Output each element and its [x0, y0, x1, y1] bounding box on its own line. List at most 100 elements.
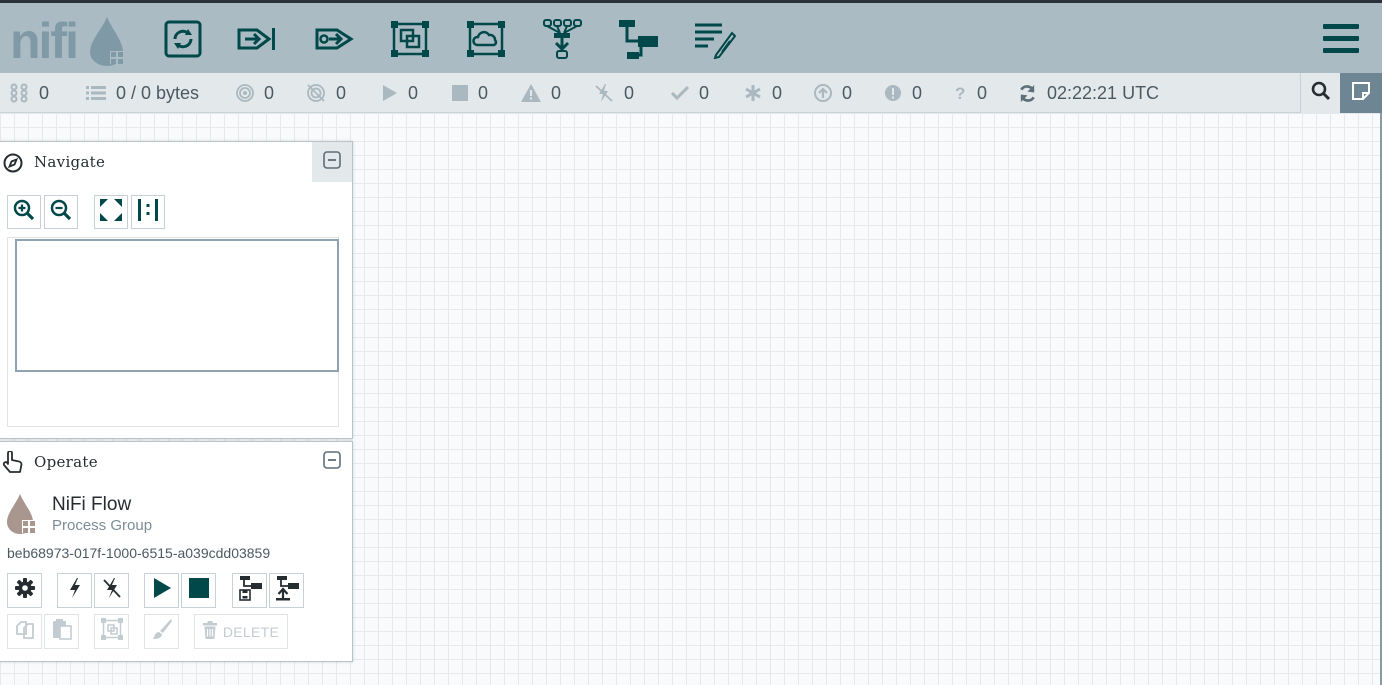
selection-type: Process Group [52, 517, 153, 534]
input-port-tool[interactable] [236, 15, 280, 63]
stale-stat: 0 [814, 73, 852, 113]
running-stat: 0 [382, 73, 418, 113]
template-icon [616, 17, 660, 61]
selection-name: NiFi Flow [52, 494, 132, 515]
exclamation-circle-icon [884, 84, 902, 102]
active-threads-icon [9, 83, 29, 103]
zoom-out-button[interactable] [44, 195, 78, 229]
birdseye-viewport[interactable] [15, 239, 339, 372]
birdseye-container [7, 237, 339, 427]
change-color-button[interactable] [144, 614, 179, 649]
operate-panel-title: Operate [34, 453, 98, 471]
search-icon [1311, 81, 1331, 106]
paint-brush-icon [151, 618, 173, 645]
trash-icon [202, 621, 217, 642]
input-port-icon [237, 22, 279, 56]
operate-panel-header: Operate [0, 442, 352, 482]
process-group-icon [389, 19, 431, 59]
operate-panel: Operate NiFi Flow Process Group beb68973… [0, 441, 353, 662]
create-template-button[interactable] [232, 573, 267, 608]
last-refreshed-stat[interactable]: 02:22:21 UTC [1018, 73, 1159, 113]
active-threads-stat: 0 [9, 73, 49, 113]
play-icon [382, 84, 398, 102]
not-transmitting-icon [306, 83, 326, 103]
stale-count: 0 [842, 82, 853, 103]
stop-button[interactable] [181, 573, 216, 608]
sticky-note-icon [1351, 81, 1371, 106]
transmitting-icon [236, 84, 254, 102]
locally-modified-stale-count: 0 [912, 82, 923, 103]
not-transmitting-count: 0 [336, 82, 347, 103]
output-port-tool[interactable] [312, 15, 356, 63]
delete-label: DELETE [222, 623, 280, 640]
play-icon [152, 577, 172, 604]
upload-template-button[interactable] [269, 573, 304, 608]
global-menu-button[interactable] [1322, 21, 1360, 57]
copy-button[interactable] [7, 614, 42, 649]
template-tool[interactable] [616, 15, 660, 63]
funnel-tool[interactable] [540, 15, 584, 63]
sync-failure-stat: ? 0 [955, 73, 987, 113]
upload-template-icon [274, 575, 300, 606]
operate-collapse-button[interactable] [312, 442, 352, 482]
gear-icon [14, 577, 36, 604]
delete-button[interactable]: DELETE [194, 614, 288, 649]
flow-status-bar: 0 0 / 0 bytes 0 0 0 0 0 0 0 0 0 0 ? 0 02… [0, 73, 1382, 113]
transmitting-stat: 0 [236, 73, 274, 113]
question-icon: ? [955, 84, 967, 102]
remote-process-group-tool[interactable] [464, 15, 508, 63]
paste-icon [51, 618, 73, 645]
asterisk-icon [744, 84, 762, 102]
navigate-panel: Navigate [0, 141, 353, 439]
nifi-logo: nifi [10, 11, 128, 69]
check-icon [671, 85, 689, 101]
processor-icon [163, 19, 203, 59]
process-group-tool[interactable] [388, 15, 432, 63]
navigate-panel-title: Navigate [34, 153, 106, 171]
selection-id: beb68973-017f-1000-6515-a039cdd03859 [7, 545, 271, 561]
disabled-count: 0 [624, 82, 635, 103]
start-button[interactable] [144, 573, 179, 608]
disable-button[interactable] [94, 573, 129, 608]
paste-button[interactable] [44, 614, 79, 649]
group-icon [100, 617, 124, 646]
refresh-icon[interactable] [1018, 84, 1037, 103]
locally-modified-stale-stat: 0 [884, 73, 922, 113]
fit-button[interactable] [94, 195, 128, 229]
locally-modified-count: 0 [772, 82, 783, 103]
stop-icon [188, 578, 209, 603]
queued-stat: 0 / 0 bytes [86, 73, 199, 113]
save-template-icon [237, 575, 263, 606]
bolt-icon [68, 577, 82, 604]
navigate-collapse-button[interactable] [312, 142, 352, 182]
zoom-in-button[interactable] [7, 195, 41, 229]
configure-button[interactable] [7, 573, 42, 608]
copy-icon [14, 618, 36, 645]
navigate-panel-header: Navigate [0, 142, 352, 182]
locally-modified-stat: 0 [744, 73, 782, 113]
invalid-count: 0 [551, 82, 562, 103]
actual-size-button[interactable] [131, 195, 165, 229]
process-group-drop-icon [5, 493, 39, 540]
up-to-date-count: 0 [699, 82, 710, 103]
warning-icon [521, 84, 541, 102]
label-tool[interactable] [692, 15, 736, 63]
last-refreshed-time: 02:22:21 UTC [1047, 82, 1160, 103]
search-button[interactable] [1300, 73, 1340, 113]
zoom-out-icon [50, 199, 72, 226]
disabled-bolt-icon [594, 83, 614, 103]
bulletin-board-button[interactable] [1340, 73, 1382, 113]
label-icon [692, 19, 736, 59]
sync-failure-count: 0 [977, 82, 988, 103]
arrow-circle-up-icon [814, 84, 832, 102]
top-header: nifi [0, 0, 1382, 73]
output-port-icon [313, 22, 355, 56]
group-button[interactable] [94, 614, 129, 649]
enable-button[interactable] [57, 573, 92, 608]
minus-square-icon [323, 150, 341, 174]
zoom-in-icon [13, 199, 35, 226]
transmitting-count: 0 [264, 82, 275, 103]
hamburger-menu-icon [1322, 24, 1360, 59]
processor-tool[interactable] [161, 15, 205, 63]
queued-value: 0 / 0 bytes [116, 82, 200, 103]
